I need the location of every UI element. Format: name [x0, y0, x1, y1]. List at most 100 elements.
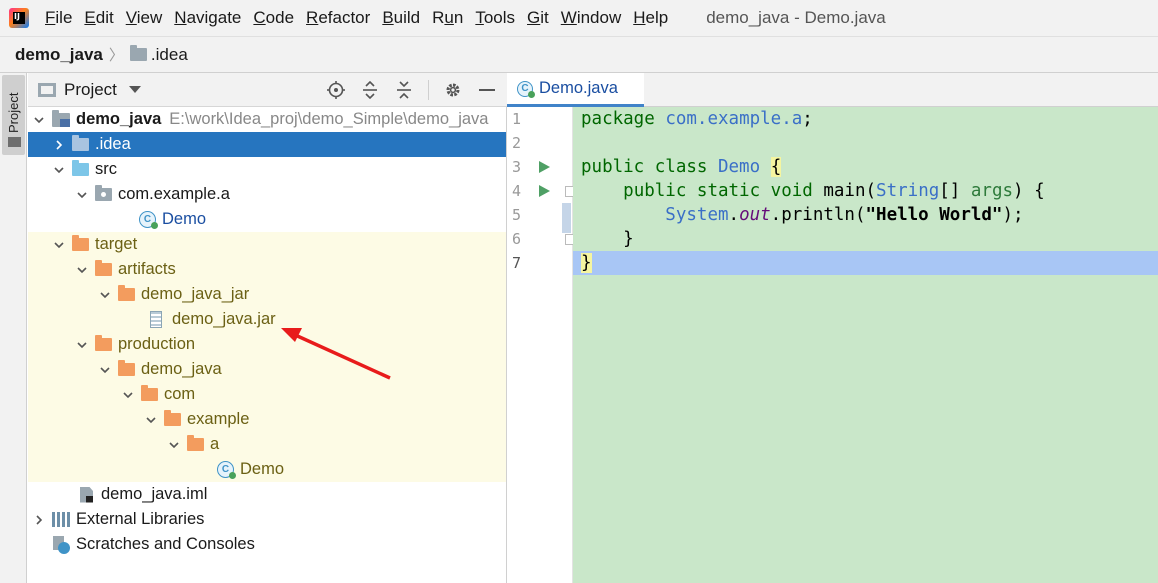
excluded-folder-icon: [118, 360, 135, 376]
chevron-down-icon[interactable]: [144, 413, 158, 427]
code-token: }: [623, 229, 634, 249]
menu-file[interactable]: File: [45, 8, 72, 28]
tree-item-idea[interactable]: .idea: [28, 132, 506, 157]
excluded-folder-icon: [95, 260, 112, 276]
current-line-highlight: [573, 251, 1158, 275]
tree-item-production-demo-java[interactable]: demo_java: [28, 357, 506, 382]
chevron-down-icon[interactable]: [32, 113, 46, 127]
java-class-icon: C: [139, 211, 158, 229]
tree-item-label: Demo: [240, 460, 285, 478]
jar-archive-icon: [150, 311, 162, 328]
breadcrumb-folder[interactable]: .idea: [151, 45, 188, 65]
project-view-selector[interactable]: Project: [64, 80, 117, 100]
chevron-right-icon[interactable]: [32, 513, 46, 527]
menu-help[interactable]: Help: [633, 8, 668, 28]
tree-item-a[interactable]: a: [28, 432, 506, 457]
chevron-down-icon[interactable]: [121, 388, 135, 402]
tree-item-demo-java-jar-folder[interactable]: demo_java_jar: [28, 282, 506, 307]
line-number: 3: [512, 158, 522, 176]
excluded-folder-icon: [187, 435, 204, 451]
line-number: 5: [512, 206, 522, 224]
breadcrumb: demo_java 〉 .idea: [0, 36, 1158, 73]
chevron-down-icon[interactable]: [75, 338, 89, 352]
code-token: .println(: [770, 205, 866, 225]
menu-edit[interactable]: Edit: [84, 8, 113, 28]
minimize-icon[interactable]: [477, 80, 497, 100]
tree-item-label: demo_java: [141, 360, 222, 378]
tree-item-src[interactable]: src: [28, 157, 506, 182]
code-token: ) {: [1013, 181, 1045, 201]
project-view-icon: [38, 82, 56, 97]
collapse-all-icon[interactable]: [394, 80, 414, 100]
iml-file-icon: [80, 486, 93, 503]
gear-icon[interactable]: [443, 80, 463, 100]
chevron-right-icon[interactable]: [52, 138, 66, 152]
menu-build[interactable]: Build: [382, 8, 420, 28]
tree-item-artifacts[interactable]: artifacts: [28, 257, 506, 282]
excluded-folder-icon: [95, 335, 112, 351]
code-line-1: package com.example.a;: [581, 109, 813, 133]
code-token: main(: [823, 181, 877, 201]
menu-git[interactable]: Git: [527, 8, 549, 28]
tree-item-label: .idea: [95, 135, 131, 153]
code-line-3: public class Demo {: [581, 157, 782, 181]
menu-refactor[interactable]: Refactor: [306, 8, 370, 28]
tree-item-label: demo_java_jar: [141, 285, 250, 303]
folder-icon: [8, 137, 21, 147]
chevron-down-icon[interactable]: [75, 188, 89, 202]
chevron-down-icon[interactable]: [98, 363, 112, 377]
tree-item-label: demo_java: [76, 110, 162, 128]
excluded-folder-icon: [141, 385, 158, 401]
tree-item-package[interactable]: com.example.a: [28, 182, 506, 207]
line-number: 2: [512, 134, 522, 152]
menu-tools[interactable]: Tools: [475, 8, 515, 28]
module-folder-icon: [52, 109, 70, 127]
chevron-down-icon[interactable]: [52, 163, 66, 177]
run-class-icon[interactable]: [539, 161, 550, 173]
code-line-6: }: [581, 229, 634, 253]
tree-item-example[interactable]: example: [28, 407, 506, 432]
run-main-icon[interactable]: [539, 185, 550, 197]
tree-item-external-libraries[interactable]: External Libraries: [28, 507, 506, 532]
line-number: 4: [512, 182, 522, 200]
source-folder-icon: [72, 160, 89, 176]
chevron-down-icon[interactable]: [98, 288, 112, 302]
menu-run[interactable]: Run: [432, 8, 463, 28]
tree-item-iml[interactable]: demo_java.iml: [28, 482, 506, 507]
code-token: {: [770, 157, 782, 177]
window-title: demo_java - Demo.java: [706, 8, 886, 27]
project-tool-tab[interactable]: Project: [2, 75, 25, 155]
code-token: System: [665, 205, 729, 225]
expand-all-icon[interactable]: [360, 80, 380, 100]
menu-window[interactable]: Window: [561, 8, 621, 28]
excluded-folder-icon: [164, 410, 181, 426]
tree-item-demo-java-root[interactable]: demo_java E:\work\Idea_proj\demo_Simple\…: [28, 107, 506, 132]
locate-icon[interactable]: [326, 80, 346, 100]
code-editor[interactable]: package com.example.a; public class Demo…: [573, 107, 1158, 583]
tree-item-demo-java-jar-file[interactable]: demo_java.jar: [28, 307, 506, 332]
breadcrumb-project[interactable]: demo_java: [15, 45, 103, 65]
project-tree: demo_java E:\work\Idea_proj\demo_Simple\…: [28, 107, 507, 583]
chevron-down-icon[interactable]: [167, 438, 181, 452]
chevron-down-icon[interactable]: [52, 238, 66, 252]
menu-code[interactable]: Code: [253, 8, 294, 28]
tree-item-demo-class[interactable]: C Demo: [28, 207, 506, 232]
editor-tab-bar: C Demo.java: [507, 73, 1158, 107]
chevron-down-icon[interactable]: [75, 263, 89, 277]
tab-demo-java[interactable]: C Demo.java: [507, 73, 644, 107]
menu-navigate[interactable]: Navigate: [174, 8, 241, 28]
excluded-folder-icon: [72, 235, 89, 251]
tree-item-production[interactable]: production: [28, 332, 506, 357]
scratches-icon: [52, 535, 70, 554]
tool-window-strip: Project: [0, 73, 27, 583]
tree-item-target[interactable]: target: [28, 232, 506, 257]
code-token: package: [581, 109, 655, 129]
intellij-logo-icon: IJ: [9, 8, 29, 28]
tree-item-scratches[interactable]: Scratches and Consoles: [28, 532, 506, 557]
tree-item-com[interactable]: com: [28, 382, 506, 407]
tree-item-label: production: [118, 335, 196, 353]
tree-item-demo-compiled[interactable]: C Demo: [28, 457, 506, 482]
menu-view[interactable]: View: [126, 8, 163, 28]
chevron-down-icon[interactable]: [128, 86, 141, 93]
code-token: []: [939, 181, 971, 201]
